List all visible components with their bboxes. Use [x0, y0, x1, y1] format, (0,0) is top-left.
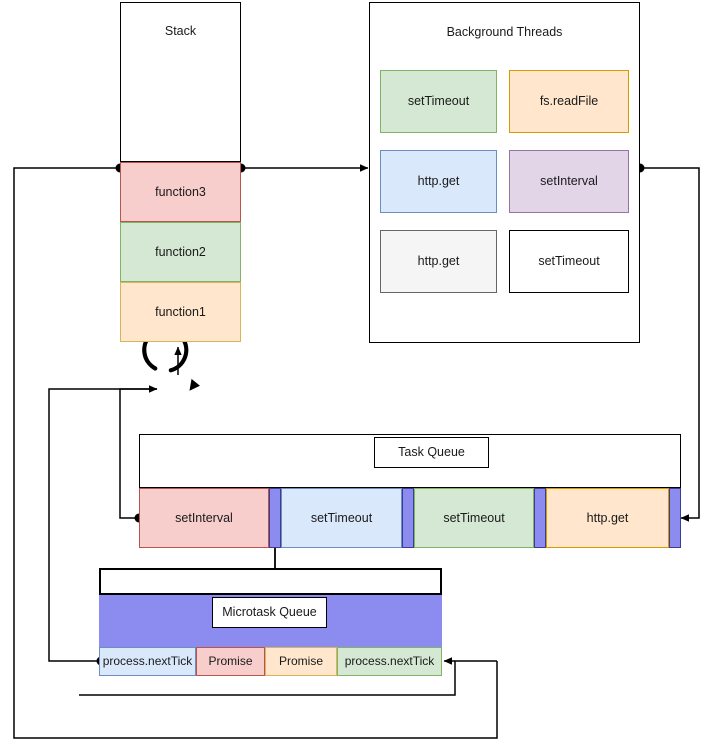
task-queue-separator	[269, 488, 281, 548]
task-queue-item-label: setTimeout	[310, 510, 373, 525]
microtask-queue-item-label: Promise	[208, 653, 253, 668]
stack-frame-function2: function2	[120, 222, 241, 282]
microtask-queue-item-label: process.nextTick	[102, 653, 193, 668]
microtask-queue-outer-frame	[99, 568, 442, 595]
event-loop-diagram: Stack function3 function2 function1 Back…	[0, 0, 710, 749]
task-queue-separator	[402, 488, 414, 548]
background-thread-label: setTimeout	[538, 254, 600, 269]
background-thread-label: http.get	[417, 254, 460, 269]
background-thread-task: setTimeout	[380, 70, 497, 133]
task-queue-item-label: http.get	[586, 510, 629, 525]
background-thread-task: http.get	[380, 150, 497, 213]
task-queue-item-label: setTimeout	[443, 510, 505, 525]
stack-frame-function3: function3	[120, 162, 241, 222]
background-thread-task: fs.readFile	[509, 70, 629, 133]
microtask-queue-item-label: process.nextTick	[344, 653, 435, 668]
task-queue-item: setInterval	[139, 488, 269, 548]
background-thread-task: http.get	[380, 230, 497, 293]
task-queue-item: setTimeout	[281, 488, 402, 548]
microtask-queue-item: Promise	[196, 647, 265, 676]
stack-frame-function1: function1	[120, 282, 241, 342]
task-queue-item: setTimeout	[414, 488, 534, 548]
microtask-queue-title-box: Microtask Queue	[212, 597, 327, 628]
microtask-queue-title: Microtask Queue	[222, 605, 317, 620]
background-threads-title: Background Threads	[446, 25, 563, 39]
task-queue-separator	[534, 488, 546, 548]
stack-title: Stack	[164, 24, 197, 38]
task-queue-item-label: setInterval	[175, 510, 233, 525]
background-thread-label: setTimeout	[407, 94, 470, 109]
task-queue-title-box: Task Queue	[374, 437, 489, 468]
stack-frame-label: function3	[155, 184, 206, 199]
microtask-queue-item: process.nextTick	[99, 647, 196, 676]
microtask-queue-item: Promise	[265, 647, 337, 676]
task-queue-separator	[669, 488, 681, 548]
stack-frame-label: function1	[155, 304, 206, 319]
background-thread-task: setInterval	[509, 150, 629, 213]
microtask-queue-item-label: Promise	[278, 653, 323, 668]
microtask-queue-item: process.nextTick	[337, 647, 442, 676]
task-queue-item: http.get	[546, 488, 669, 548]
background-thread-label: setInterval	[540, 174, 598, 189]
background-thread-task: setTimeout	[509, 230, 629, 293]
background-thread-label: fs.readFile	[539, 94, 599, 109]
edge-stack-to-background-threads	[236, 163, 369, 173]
background-thread-label: http.get	[417, 174, 460, 189]
stack-frame-label: function2	[155, 244, 206, 259]
task-queue-title: Task Queue	[398, 445, 465, 460]
